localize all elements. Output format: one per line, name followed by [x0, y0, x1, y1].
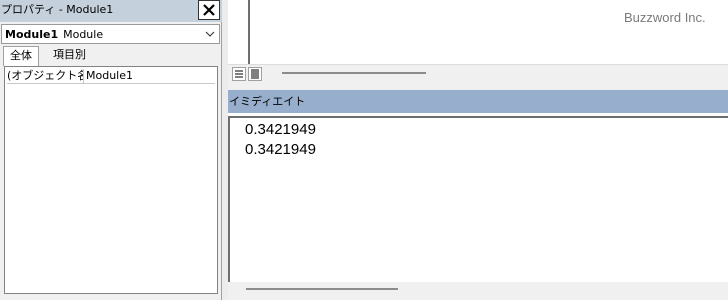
code-window-statusbar [228, 64, 728, 84]
immediate-title: イミディエイト [229, 95, 306, 108]
properties-window: プロパティ - Module1 Module1 Module 全体 項目別 (オ… [0, 0, 222, 300]
tab-alphabetic[interactable]: 全体 [3, 46, 39, 66]
immediate-output-line: 0.3421949 [245, 141, 316, 158]
properties-titlebar[interactable]: プロパティ - Module1 [0, 0, 222, 22]
procedure-view-button[interactable] [232, 67, 246, 81]
property-row[interactable]: (オブジェクト名) Module1 [7, 69, 215, 84]
immediate-statusbar [228, 282, 728, 300]
full-module-view-icon [251, 69, 259, 79]
immediate-output-line: 0.3421949 [245, 121, 316, 138]
properties-grid: (オブジェクト名) Module1 [4, 66, 218, 294]
object-type: Module [63, 27, 104, 41]
properties-tabs: 全体 項目別 [1, 46, 220, 66]
immediate-horizontal-scrollbar[interactable] [246, 288, 398, 290]
code-horizontal-scrollbar[interactable] [282, 72, 426, 74]
code-margin [228, 0, 250, 64]
immediate-window[interactable]: 0.3421949 0.3421949 [228, 116, 728, 282]
tab-categorized[interactable]: 項目別 [47, 46, 92, 66]
properties-title: プロパティ - Module1 [1, 3, 114, 16]
object-select[interactable]: Module1 Module [1, 24, 220, 44]
immediate-titlebar[interactable]: イミディエイト [228, 90, 728, 113]
full-module-view-button[interactable] [248, 67, 262, 81]
property-name: (オブジェクト名) [7, 69, 84, 83]
chevron-down-icon[interactable] [205, 29, 215, 39]
close-button[interactable] [198, 0, 220, 20]
procedure-view-icon [235, 70, 243, 78]
close-icon [203, 4, 215, 16]
object-name: Module1 [5, 27, 59, 41]
watermark: Buzzword Inc. [624, 10, 706, 25]
property-value[interactable]: Module1 [84, 69, 215, 83]
